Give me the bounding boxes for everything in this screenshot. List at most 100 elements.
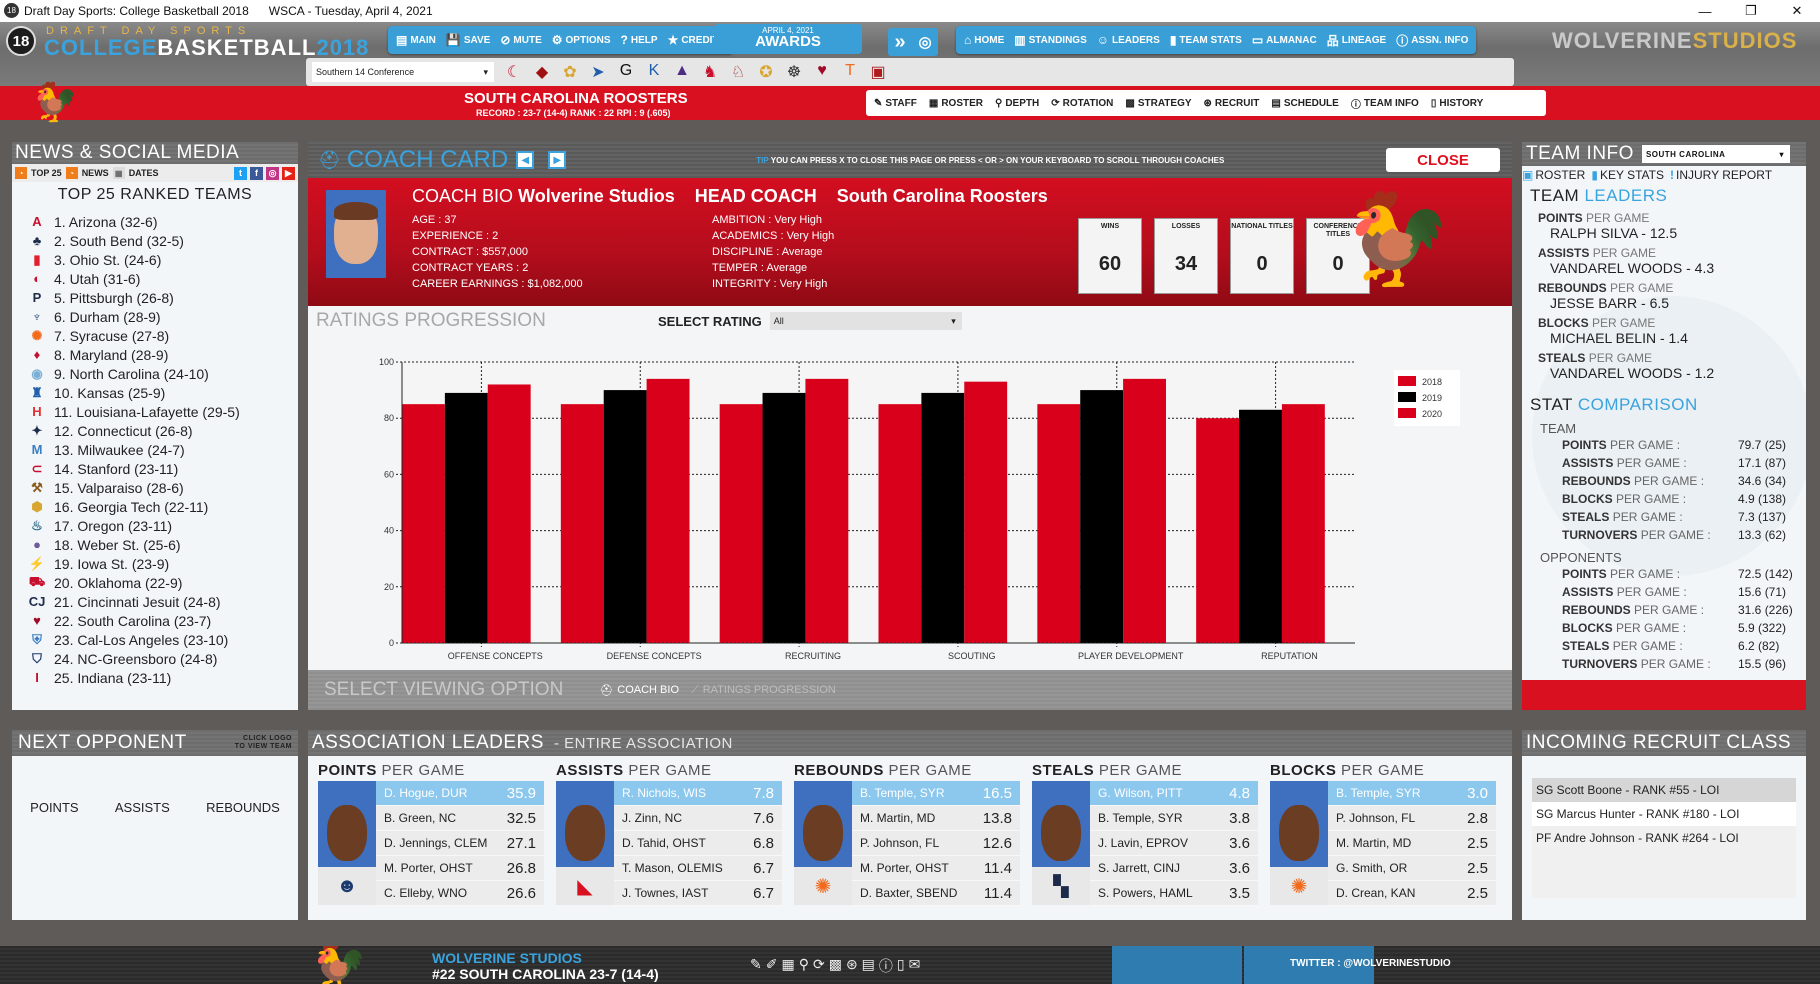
- team-logo-icon[interactable]: ♘: [728, 62, 748, 82]
- leader-row[interactable]: P. Johnson, FL 12.6: [852, 831, 1020, 856]
- footer-quick-icon[interactable]: ▩: [829, 956, 842, 976]
- leader-row[interactable]: R. Nichols, WIS 7.8: [614, 781, 782, 806]
- top25-item[interactable]: ♜ 10. Kansas (25-9): [28, 383, 298, 402]
- top25-item[interactable]: ♣ 2. South Bend (32-5): [28, 231, 298, 250]
- leader-row[interactable]: T. Mason, OLEMIS 6.7: [614, 856, 782, 881]
- team-nav-team-info[interactable]: ⓘ TEAM INFO: [1351, 96, 1419, 111]
- footer-quick-icon[interactable]: ⊛: [846, 956, 858, 976]
- team-logo-icon[interactable]: ◣: [556, 867, 614, 905]
- leader-row[interactable]: P. Johnson, FL 2.8: [1328, 806, 1496, 831]
- top25-item[interactable]: M 13. Milwaukee (24-7): [28, 440, 298, 459]
- top25-item[interactable]: H 11. Louisiana-Lafayette (29-5): [28, 402, 298, 421]
- recruit-item[interactable]: SG Scott Boone - RANK #55 - LOI: [1532, 778, 1796, 802]
- leader-value[interactable]: VANDAREL WOODS - 4.3: [1550, 260, 1806, 276]
- nav-assn-info[interactable]: ⓘ ASSN. INFO: [1396, 32, 1468, 49]
- leader-row[interactable]: M. Porter, OHST 26.8: [376, 856, 544, 881]
- team-logo-icon[interactable]: K: [644, 62, 664, 82]
- leader-row[interactable]: M. Porter, OHST 11.4: [852, 856, 1020, 881]
- team-logo-icon[interactable]: ✿: [560, 62, 580, 82]
- select-rating-dropdown[interactable]: All ▾: [769, 312, 962, 330]
- footer-quick-icon[interactable]: ⟳: [813, 956, 825, 976]
- nav-mute[interactable]: ⊘ MUTE: [500, 33, 541, 47]
- team-logo-icon[interactable]: ✺: [1270, 867, 1328, 905]
- leader-row[interactable]: S. Powers, HAML 3.5: [1090, 881, 1258, 906]
- leader-row[interactable]: D. Crean, KAN 2.5: [1328, 881, 1496, 906]
- team-nav-schedule[interactable]: ▤ SCHEDULE: [1271, 98, 1338, 109]
- team-nav-strategy[interactable]: ▩ STRATEGY: [1125, 98, 1191, 109]
- basketball-icon[interactable]: ◎: [918, 33, 931, 51]
- leader-row[interactable]: M. Martin, MD 2.5: [1328, 831, 1496, 856]
- nav-home[interactable]: ⌂ HOME: [964, 33, 1004, 47]
- top25-item[interactable]: ● 18. Weber St. (25-6): [28, 535, 298, 554]
- close-window-button[interactable]: ✕: [1774, 0, 1820, 22]
- top25-item[interactable]: P 5. Pittsburgh (26-8): [28, 288, 298, 307]
- nav-team-stats[interactable]: ▮ TEAM STATS: [1170, 33, 1242, 47]
- footer-quick-icon[interactable]: ✐: [766, 956, 778, 976]
- team-logo-icon[interactable]: T: [840, 62, 860, 82]
- leader-row[interactable]: D. Tahid, OHST 6.8: [614, 831, 782, 856]
- team-logo-icon[interactable]: ▚: [1032, 867, 1090, 905]
- top25-item[interactable]: ⛨ 23. Cal-Los Angeles (23-10): [28, 630, 298, 649]
- awards-button[interactable]: APRIL 4, 2021 AWARDS: [714, 24, 862, 54]
- top25-item[interactable]: ⚡ 19. Iowa St. (23-9): [28, 554, 298, 573]
- leader-row[interactable]: C. Elleby, WNO 26.6: [376, 881, 544, 906]
- team-logo-icon[interactable]: ♞: [700, 62, 720, 82]
- tab-injury-report[interactable]: ! INJURY REPORT: [1670, 168, 1772, 182]
- top25-item[interactable]: ♨ 17. Oregon (23-11): [28, 516, 298, 535]
- tab-key-stats[interactable]: ▮ KEY STATS: [1591, 168, 1664, 182]
- view-ratings-button[interactable]: ⟋ RATINGS PROGRESSION: [691, 684, 836, 697]
- footer-quick-icon[interactable]: ▤: [862, 956, 875, 976]
- team-logo-icon[interactable]: ☻: [318, 867, 376, 905]
- footer-quick-icon[interactable]: ⓘ: [879, 956, 893, 976]
- leader-row[interactable]: D. Hogue, DUR 35.9: [376, 781, 544, 806]
- top25-item[interactable]: A 1. Arizona (32-6): [28, 212, 298, 231]
- top25-item[interactable]: ◉ 9. North Carolina (24-10): [28, 364, 298, 383]
- footer-quick-icon[interactable]: ✉: [909, 956, 921, 976]
- team-select[interactable]: SOUTH CAROLINA ▾: [1641, 145, 1790, 163]
- top25-item[interactable]: ⊂ 14. Stanford (23-11): [28, 459, 298, 478]
- facebook-icon[interactable]: f: [250, 166, 263, 180]
- leader-row[interactable]: D. Baxter, SBEND 11.4: [852, 881, 1020, 906]
- team-logo-icon[interactable]: ✪: [756, 62, 776, 82]
- top25-item[interactable]: I 25. Indiana (23-11): [28, 668, 298, 687]
- nav-main[interactable]: ▤ MAIN: [396, 33, 436, 47]
- leader-row[interactable]: G. Wilson, PITT 4.8: [1090, 781, 1258, 806]
- team-logo-icon[interactable]: ➤: [588, 62, 608, 82]
- tab-top25[interactable]: TOP 25: [31, 168, 62, 178]
- team-logo-icon[interactable]: G: [616, 62, 636, 82]
- leader-row[interactable]: D. Jennings, CLEM 27.1: [376, 831, 544, 856]
- top25-item[interactable]: ⚒ 15. Valparaiso (28-6): [28, 478, 298, 497]
- youtube-icon[interactable]: ▶: [282, 166, 295, 180]
- leader-row[interactable]: B. Temple, SYR 3.0: [1328, 781, 1496, 806]
- footer-quick-icon[interactable]: ▯: [897, 956, 905, 976]
- minimize-button[interactable]: —: [1682, 0, 1728, 22]
- nav-help[interactable]: ? HELP: [621, 33, 658, 47]
- team-logo-icon[interactable]: ✺: [794, 867, 852, 905]
- team-nav-recruit[interactable]: ⊛ RECRUIT: [1204, 98, 1260, 109]
- advance-icon[interactable]: »: [894, 31, 905, 54]
- team-nav-depth[interactable]: ⚲ DEPTH: [995, 98, 1039, 109]
- leader-row[interactable]: B. Green, NC 32.5: [376, 806, 544, 831]
- prev-coach-button[interactable]: ◀: [516, 151, 535, 169]
- nav-almanac[interactable]: ▭ ALMANAC: [1252, 33, 1317, 47]
- top25-item[interactable]: ◐ 4. Utah (31-6): [28, 269, 298, 288]
- team-nav-staff[interactable]: ✎ STAFF: [874, 98, 917, 109]
- top25-item[interactable]: ✦ 12. Connecticut (26-8): [28, 421, 298, 440]
- restore-button[interactable]: ❐: [1728, 0, 1774, 22]
- top25-item[interactable]: ♆ 6. Durham (28-9): [28, 307, 298, 326]
- nav-leaders[interactable]: ☺ LEADERS: [1097, 33, 1160, 47]
- view-coach-bio-button[interactable]: ⛑ COACH BIO: [599, 684, 679, 697]
- leader-value[interactable]: VANDAREL WOODS - 1.2: [1550, 365, 1806, 381]
- leader-row[interactable]: B. Temple, SYR 16.5: [852, 781, 1020, 806]
- top25-item[interactable]: ♦ 8. Maryland (28-9): [28, 345, 298, 364]
- team-logo-icon[interactable]: ♥: [812, 62, 832, 82]
- top25-item[interactable]: ⛟ 20. Oklahoma (22-9): [28, 573, 298, 592]
- top25-item[interactable]: ⛉ 24. NC-Greensboro (24-8): [28, 649, 298, 668]
- team-logo-icon[interactable]: ▲: [672, 62, 692, 82]
- nav-lineage[interactable]: 品 LINEAGE: [1327, 32, 1386, 49]
- leader-value[interactable]: RALPH SILVA - 12.5: [1550, 225, 1806, 241]
- twitter-icon[interactable]: t: [234, 166, 247, 180]
- team-logo-icon[interactable]: ◆: [532, 62, 552, 82]
- leader-row[interactable]: J. Zinn, NC 7.6: [614, 806, 782, 831]
- top25-item[interactable]: ▮ 3. Ohio St. (24-6): [28, 250, 298, 269]
